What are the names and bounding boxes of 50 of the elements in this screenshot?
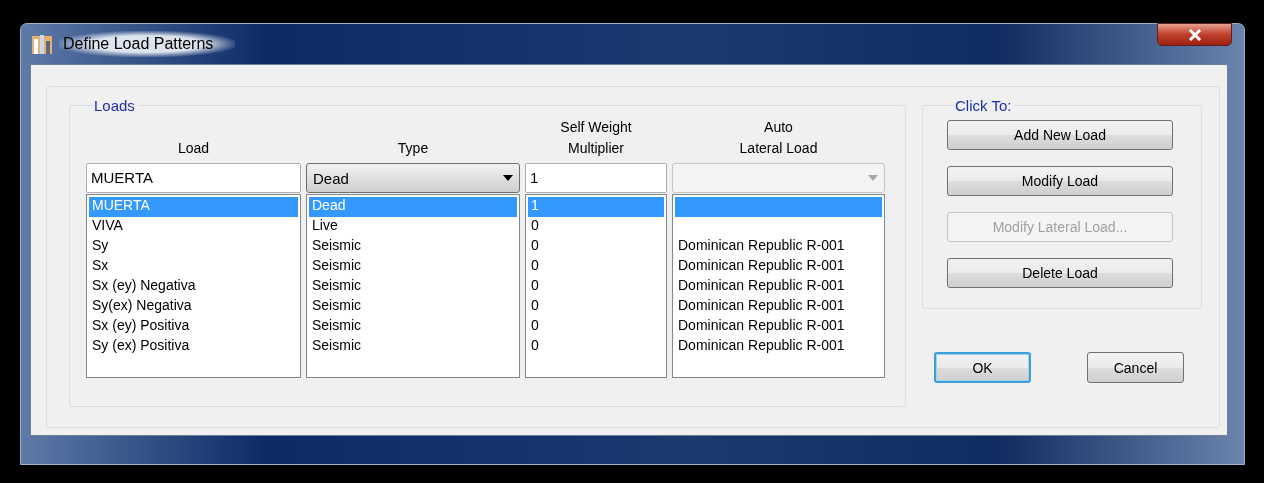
multiplier-list-item[interactable]: 0 xyxy=(528,337,664,357)
load-name-field[interactable]: MUERTA xyxy=(86,163,301,193)
column-header: Auto xyxy=(764,118,793,137)
lateral-load-list-item[interactable] xyxy=(675,197,882,217)
action-button[interactable]: Delete Load xyxy=(947,258,1173,288)
type-dropdown[interactable]: Dead xyxy=(306,163,520,193)
load-list-item[interactable]: VIVA xyxy=(89,217,298,237)
type-list-item[interactable]: Seismic xyxy=(309,257,517,277)
type-list-item[interactable]: Seismic xyxy=(309,277,517,297)
dropdown-arrow-icon xyxy=(868,175,878,181)
dropdown-arrow-icon xyxy=(503,175,513,181)
load-list-item[interactable]: Sy (ex) Positiva xyxy=(89,337,298,357)
close-icon xyxy=(1187,28,1202,41)
action-button[interactable]: Modify Load xyxy=(947,166,1173,196)
load-list-item[interactable]: Sx xyxy=(89,257,298,277)
column-header: Multiplier xyxy=(568,139,624,158)
lateral-load-list-item[interactable]: Dominican Republic R-001 xyxy=(675,257,882,277)
column-header: Lateral Load xyxy=(739,139,818,158)
cancel-button[interactable]: Cancel xyxy=(1087,352,1184,383)
lateral-load-list-item[interactable]: Dominican Republic R-001 xyxy=(675,317,882,337)
load-list-item[interactable]: Sy xyxy=(89,237,298,257)
type-list-item[interactable]: Seismic xyxy=(309,297,517,317)
multiplier-list-item[interactable]: 0 xyxy=(528,277,664,297)
multiplier-field[interactable]: 1 xyxy=(525,163,667,193)
type-list-item[interactable]: Seismic xyxy=(309,237,517,257)
lateral-load-list-item[interactable]: Dominican Republic R-001 xyxy=(675,237,882,257)
lateral-load-list-item[interactable]: Dominican Republic R-001 xyxy=(675,337,882,357)
multiplier-list-item[interactable]: 0 xyxy=(528,297,664,317)
type-list-item[interactable]: Seismic xyxy=(309,317,517,337)
group-title: Click To: xyxy=(955,97,1013,114)
column-header: Load xyxy=(177,139,210,158)
load-list-item[interactable]: Sy(ex) Negativa xyxy=(89,297,298,317)
type-list-item[interactable]: Seismic xyxy=(309,337,517,357)
group-title: Loads xyxy=(94,97,136,114)
multiplier-list-item[interactable]: 0 xyxy=(528,317,664,337)
type-list-item[interactable]: Live xyxy=(309,217,517,237)
action-button[interactable]: Add New Load xyxy=(947,120,1173,150)
close-button[interactable] xyxy=(1157,23,1232,46)
load-list-item[interactable]: Sx (ey) Positiva xyxy=(89,317,298,337)
lateral-load-list-item[interactable]: Dominican Republic R-001 xyxy=(675,277,882,297)
ok-button[interactable]: OK xyxy=(934,352,1031,383)
column-header: Type xyxy=(397,139,429,158)
load-list-item[interactable]: Sx (ey) Negativa xyxy=(89,277,298,297)
multiplier-list-item[interactable]: 0 xyxy=(528,217,664,237)
app-icon xyxy=(31,33,53,55)
multiplier-list-item[interactable]: 0 xyxy=(528,237,664,257)
lateral-load-list-item[interactable]: Dominican Republic R-001 xyxy=(675,297,882,317)
multiplier-list-item[interactable]: 0 xyxy=(528,257,664,277)
column-header: Self Weight xyxy=(560,118,632,137)
window-title: Define Load Patterns xyxy=(59,31,236,57)
